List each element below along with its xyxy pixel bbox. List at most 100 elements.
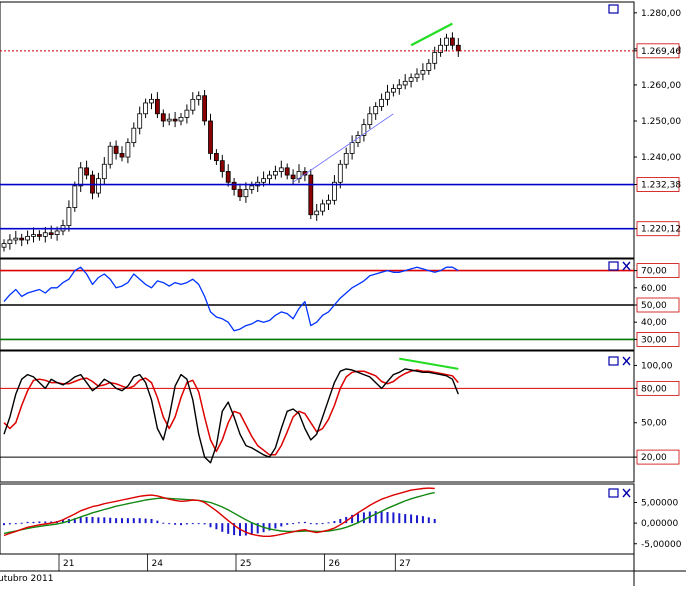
rsi-tick-label: 70,00 [641,267,667,277]
candle-body[interactable] [19,237,25,241]
day-label: 25 [240,559,251,569]
candle-body[interactable] [25,235,31,241]
macd-histogram-bar [109,517,112,524]
chart-background [0,0,686,586]
macd-histogram-bar [132,518,135,524]
candle-body[interactable] [190,98,196,111]
stoch-tick-label: 80,00 [641,384,667,394]
candle-body[interactable] [154,98,160,115]
candle-body[interactable] [444,37,449,46]
candle-body[interactable] [149,98,154,104]
stoch-tick-label: 20,00 [641,453,667,463]
macd-histogram-bar [250,523,253,535]
candle-body[interactable] [367,113,373,125]
candle-body[interactable] [408,77,414,82]
macd-histogram-bar [433,519,436,524]
candle-body[interactable] [426,62,432,71]
candle-body[interactable] [66,207,72,226]
candle-body[interactable] [396,84,402,89]
candle-body[interactable] [449,37,455,46]
candle-body[interactable] [208,120,213,154]
candle-body[interactable] [455,44,461,52]
candle-body[interactable] [385,91,390,100]
support-label: 1.220,12 [641,225,681,235]
candle-body[interactable] [231,181,237,190]
candle-body[interactable] [78,167,84,187]
candle-body[interactable] [373,106,379,115]
candle-body[interactable] [125,142,131,158]
macd-histogram-bar [427,517,430,524]
candle-body[interactable] [96,178,101,194]
candle-body[interactable] [420,70,426,75]
candle-body[interactable] [290,174,296,180]
candle-body[interactable] [107,145,113,165]
chart-svg: 1.232,381.220,121.280,001.270,001.260,00… [0,0,686,586]
candle-body[interactable] [101,163,107,180]
macd-histogram-bar [215,523,218,530]
candle-body[interactable] [31,234,36,237]
support-label: 1.232,38 [641,181,681,191]
candle-body[interactable] [202,95,208,122]
macd-histogram-bar [126,518,129,524]
candle-body[interactable] [308,174,314,216]
candle-body[interactable] [48,232,54,235]
macd-histogram-bar [85,516,88,524]
candle-body[interactable] [278,167,284,172]
price-tick-label: 1.280,00 [641,9,681,19]
candle-body[interactable] [284,167,290,176]
candle-body[interactable] [72,185,78,208]
candle-body[interactable] [7,239,13,244]
candle-body[interactable] [261,178,267,183]
macd-histogram-bar [203,523,206,525]
candle-body[interactable] [390,88,396,93]
candle-body[interactable] [272,171,278,176]
candle-body[interactable] [196,95,202,100]
candle-body[interactable] [119,153,125,158]
macd-histogram-bar [386,511,389,524]
macd-histogram-bar [321,523,324,525]
candle-body[interactable] [267,174,272,180]
candle-body[interactable] [137,113,143,129]
macd-histogram-bar [138,518,141,524]
candle-body[interactable] [113,145,119,154]
candle-body[interactable] [237,189,243,198]
candle-body[interactable] [172,118,178,122]
candle-body[interactable] [166,118,172,122]
candle-body[interactable] [54,230,60,235]
candle-body[interactable] [13,237,19,241]
candle-body[interactable] [243,189,249,198]
candle-body[interactable] [432,52,438,64]
candle-body[interactable] [225,171,231,183]
candle-body[interactable] [314,210,320,216]
stoch-tick-label: 50,00 [641,419,667,429]
candle-body[interactable] [402,80,408,86]
candle-body[interactable] [320,203,326,212]
candle-body[interactable] [414,73,420,79]
candle-body[interactable] [219,160,225,172]
candle-body[interactable] [160,113,166,122]
macd-histogram-bar [162,522,165,524]
candle-body[interactable] [349,142,355,154]
candle-body[interactable] [184,109,190,118]
macd-histogram-bar [26,521,29,524]
candle-body[interactable] [438,44,444,53]
macd-histogram-bar [227,523,230,534]
macd-histogram-bar [244,523,247,536]
macd-histogram-bar [274,523,277,529]
candle-body[interactable] [249,185,255,190]
candle-body[interactable] [337,163,343,183]
candle-body[interactable] [42,232,48,237]
macd-histogram-bar [185,523,188,525]
candle-body[interactable] [379,98,385,107]
candle-body[interactable] [326,199,331,205]
candle-body[interactable] [143,102,149,115]
candle-body[interactable] [131,127,137,144]
candle-body[interactable] [178,116,184,122]
candle-body[interactable] [343,153,349,165]
candle-body[interactable] [84,167,89,176]
candle-body[interactable] [37,234,42,237]
day-label: 27 [399,559,410,569]
candle-body[interactable] [213,153,219,162]
candle-body[interactable] [1,243,7,248]
macd-histogram-bar [421,516,424,524]
